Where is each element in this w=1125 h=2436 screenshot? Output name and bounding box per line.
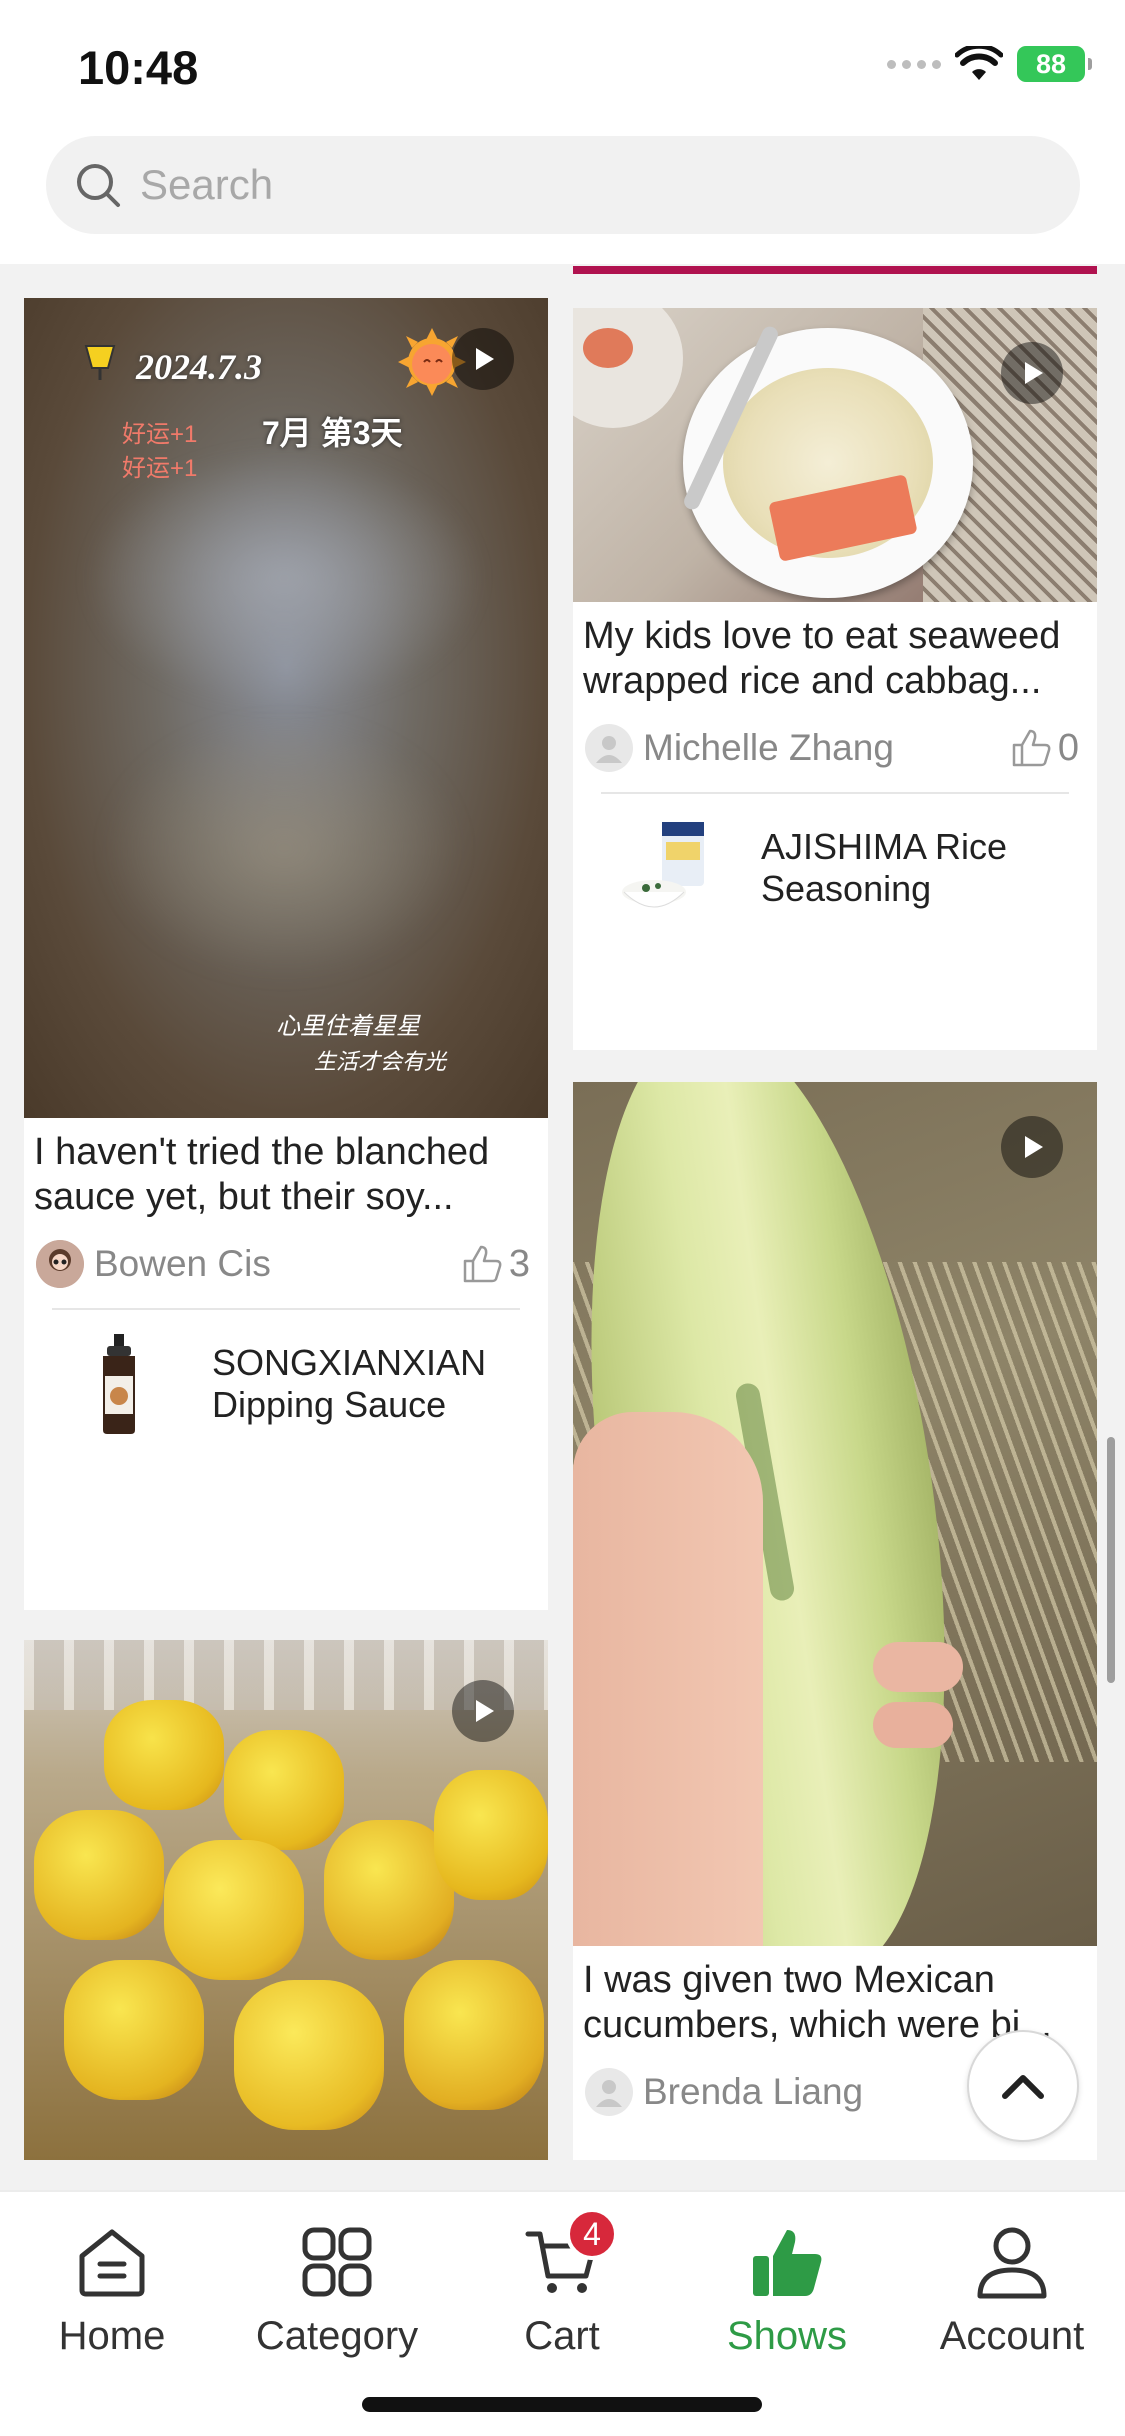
linked-product[interactable]: AJISHIMA Rice Seasoning [573, 794, 1097, 942]
video-overlay-text: 生活才会有光 [314, 1049, 447, 1074]
post-meta: Bowen Cis 3 [24, 1220, 548, 1308]
post-author[interactable]: Michelle Zhang [585, 724, 894, 772]
wifi-icon [955, 46, 1003, 80]
post-author[interactable]: Bowen Cis [36, 1240, 271, 1288]
home-icon [72, 2222, 152, 2302]
search-bar[interactable] [46, 136, 1080, 234]
product-name: SONGXIANXIAN Dipping Sauce [212, 1342, 487, 1425]
author-name: Brenda Liang [643, 2071, 864, 2112]
tab-label: Cart [524, 2314, 600, 2358]
cart-count-badge: 4 [566, 2208, 618, 2260]
status-time: 10:48 [78, 41, 199, 94]
feed-card[interactable]: 2024.7.3 7月 第3天 好运+1 好运+1 心里住着星星 生活才会有光 … [24, 298, 548, 1610]
home-indicator [362, 2397, 762, 2412]
tab-category[interactable]: Category [237, 2222, 437, 2359]
author-name: Michelle Zhang [643, 727, 894, 768]
cart-icon: 4 [522, 2208, 618, 2302]
feed-card[interactable]: I was given two Mexican cucumbers, which… [573, 1082, 1097, 2160]
product-image [613, 813, 723, 923]
thumbs-up-icon [463, 1245, 502, 1283]
battery-icon: 88 [1017, 46, 1092, 82]
video-thumbnail[interactable] [24, 1640, 548, 2160]
product-image [64, 1329, 174, 1439]
scrollbar[interactable] [1107, 1437, 1115, 1683]
video-thumbnail[interactable] [573, 1082, 1097, 1946]
play-icon[interactable] [452, 1680, 514, 1742]
post-author[interactable]: Brenda Liang [585, 2068, 863, 2116]
like-button[interactable]: 3 [461, 1243, 530, 1286]
product-name: AJISHIMA Rice Seasoning [761, 826, 1008, 909]
like-count: 3 [508, 1242, 530, 1285]
category-icon [297, 2222, 377, 2302]
play-icon[interactable] [1001, 1116, 1063, 1178]
post-description[interactable]: My kids love to eat seaweed wrapped rice… [573, 602, 1097, 704]
like-count: 0 [1057, 726, 1079, 769]
video-date-text: 2024.7.3 [136, 347, 262, 387]
video-overlay-text: 好运+1 [122, 455, 198, 482]
video-thumbnail[interactable] [573, 308, 1097, 602]
avatar [585, 724, 633, 772]
linked-product[interactable]: SONGXIANXIAN Dipping Sauce [24, 1310, 548, 1458]
video-day-text: 7月 第3天 [262, 415, 403, 451]
play-icon[interactable] [452, 328, 514, 390]
tab-label: Shows [726, 2314, 848, 2358]
avatar [585, 2068, 633, 2116]
tab-account[interactable]: Account [912, 2222, 1112, 2359]
video-overlay-text: 好运+1 [122, 421, 198, 448]
back-to-top-button[interactable] [967, 2030, 1079, 2142]
thumbs-up-icon [1012, 729, 1051, 767]
header: 10:48 88 [0, 0, 1125, 264]
tab-label: Home [58, 2314, 166, 2358]
tab-label: Account [939, 2314, 1085, 2358]
tab-home[interactable]: Home [12, 2222, 212, 2359]
like-button[interactable]: 0 [1010, 727, 1079, 770]
status-indicators: 88 [887, 46, 1092, 82]
post-description[interactable]: I haven't tried the blanched sauce yet, … [24, 1118, 548, 1220]
author-name: Bowen Cis [94, 1243, 271, 1284]
video-overlay-text: 心里住着星星 [276, 1013, 420, 1040]
account-icon [972, 2222, 1052, 2302]
avatar [36, 1240, 84, 1288]
signal-icon [887, 59, 941, 69]
accent-divider [573, 266, 1097, 274]
search-input[interactable] [140, 161, 1020, 209]
shows-feed[interactable]: 2024.7.3 7月 第3天 好运+1 好运+1 心里住着星星 生活才会有光 … [0, 264, 1125, 2160]
tab-shows[interactable]: Shows [687, 2222, 887, 2359]
search-icon [77, 164, 120, 207]
shows-page: 10:48 88 2024.7.3 [0, 0, 1125, 2436]
feed-card[interactable]: My kids love to eat seaweed wrapped rice… [573, 308, 1097, 1050]
feed-card[interactable] [24, 1640, 548, 2160]
thumbs-up-icon [747, 2222, 827, 2302]
battery-level: 88 [1035, 48, 1067, 79]
post-meta: Michelle Zhang 0 [573, 704, 1097, 792]
play-icon[interactable] [1001, 342, 1063, 404]
tab-cart[interactable]: 4 Cart [462, 2208, 662, 2359]
chevron-up-icon [1002, 2075, 1044, 2099]
tab-label: Category [255, 2314, 419, 2358]
video-thumbnail[interactable]: 2024.7.3 7月 第3天 好运+1 好运+1 心里住着星星 生活才会有光 [24, 298, 548, 1118]
calendar-doodle-icon [84, 345, 116, 380]
